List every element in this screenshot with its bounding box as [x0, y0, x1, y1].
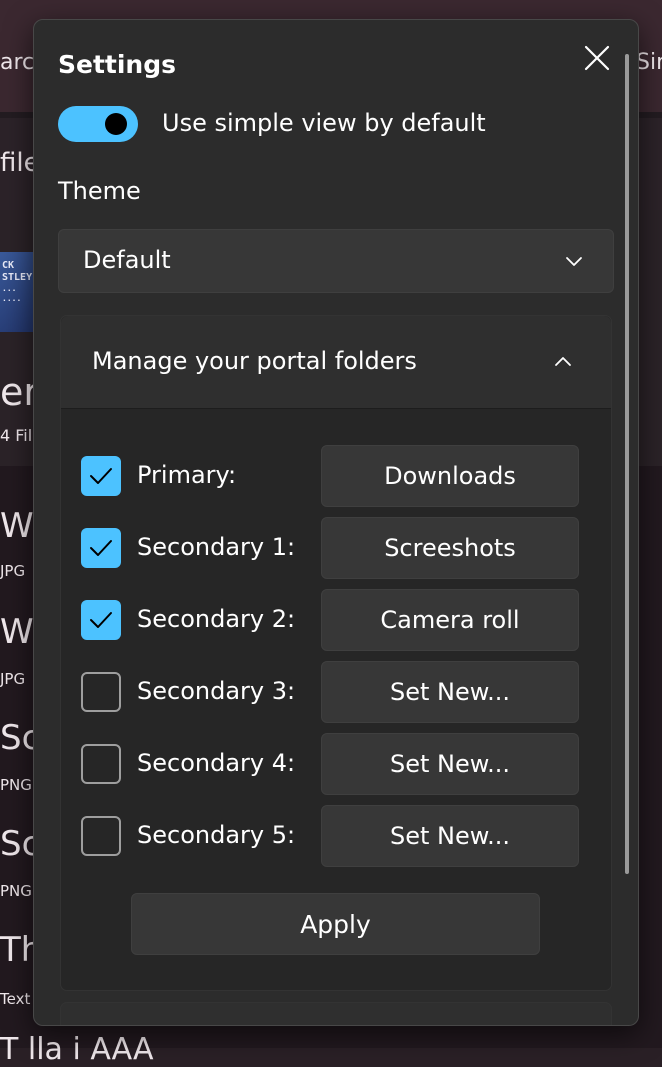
secondary-2-label: Secondary 2: — [137, 605, 296, 633]
settings-panel: Settings Use simple view by default Them… — [33, 19, 639, 1026]
chevron-down-icon — [566, 257, 582, 266]
portal-folders-expander: Manage your portal folders Primary: Down… — [60, 315, 612, 991]
secondary-3-label: Secondary 3: — [137, 677, 296, 705]
secondary-3-folder-button[interactable]: Set New... — [321, 661, 579, 723]
theme-value: Default — [83, 246, 171, 274]
thumbnail-text: STLEY — [2, 272, 33, 283]
portal-row-secondary-5: Secondary 5: Set New... — [61, 805, 611, 867]
background-bottom-text: T lla i AAA — [0, 1032, 154, 1067]
file-type: JPG — [0, 670, 26, 688]
scrollbar[interactable] — [625, 54, 629, 874]
chevron-up-icon — [555, 357, 571, 366]
secondary-3-checkbox[interactable] — [81, 672, 121, 712]
secondary-1-label: Secondary 1: — [137, 533, 296, 561]
file-type: Text — [0, 990, 31, 1008]
portal-row-secondary-2: Secondary 2: Camera roll — [61, 589, 611, 651]
portal-row-secondary-4: Secondary 4: Set New... — [61, 733, 611, 795]
background-right-text: Sim — [636, 50, 662, 75]
apply-button[interactable]: Apply — [131, 893, 540, 955]
settings-title: Settings — [58, 50, 177, 79]
file-type: JPG — [0, 562, 26, 580]
secondary-1-folder-button[interactable]: Screeshots — [321, 517, 579, 579]
checkmark-icon — [90, 540, 112, 556]
close-icon — [584, 45, 610, 71]
portal-folders-title: Manage your portal folders — [92, 347, 417, 375]
file-title: W — [0, 506, 34, 546]
checkmark-icon — [90, 468, 112, 484]
thumbnail-text: CK — [2, 260, 15, 271]
close-button[interactable] — [581, 42, 613, 74]
secondary-1-checkbox[interactable] — [81, 528, 121, 568]
primary-label: Primary: — [137, 461, 237, 489]
album-thumbnail: CK STLEY ... .... — [0, 252, 34, 332]
secondary-4-checkbox[interactable] — [81, 744, 121, 784]
simple-view-toggle[interactable] — [58, 106, 138, 142]
secondary-2-folder-button[interactable]: Camera roll — [321, 589, 579, 651]
file-type: PNG — [0, 882, 32, 900]
theme-dropdown[interactable]: Default — [58, 229, 614, 293]
secondary-2-checkbox[interactable] — [81, 600, 121, 640]
secondary-4-folder-button[interactable]: Set New... — [321, 733, 579, 795]
thumbnail-text: ... — [2, 284, 17, 293]
simple-view-label: Use simple view by default — [162, 109, 486, 137]
next-section-expander[interactable] — [60, 1002, 612, 1025]
secondary-5-label: Secondary 5: — [137, 821, 296, 849]
secondary-5-checkbox[interactable] — [81, 816, 121, 856]
secondary-5-folder-button[interactable]: Set New... — [321, 805, 579, 867]
theme-label: Theme — [58, 177, 141, 205]
portal-row-secondary-1: Secondary 1: Screeshots — [61, 517, 611, 579]
portal-folders-header[interactable]: Manage your portal folders — [61, 316, 611, 409]
portal-row-secondary-3: Secondary 3: Set New... — [61, 661, 611, 723]
checkmark-icon — [90, 612, 112, 628]
primary-folder-button[interactable]: Downloads — [321, 445, 579, 507]
portal-row-primary: Primary: Downloads — [61, 445, 611, 507]
toggle-knob — [105, 113, 127, 135]
thumbnail-text: .... — [2, 294, 22, 303]
primary-checkbox[interactable] — [81, 456, 121, 496]
file-type: PNG — [0, 776, 32, 794]
file-title: W — [0, 612, 34, 652]
secondary-4-label: Secondary 4: — [137, 749, 296, 777]
